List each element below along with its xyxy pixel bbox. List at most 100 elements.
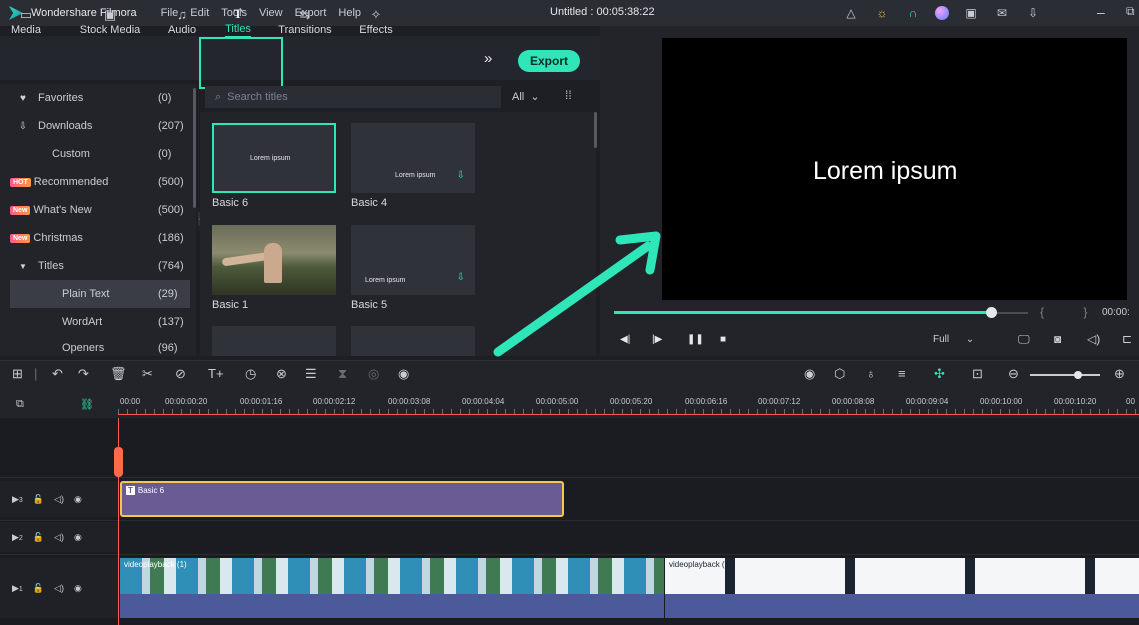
- tab-effects[interactable]: ✧ Effects: [354, 0, 398, 44]
- mark-in-out-brackets[interactable]: { }: [1040, 305, 1105, 319]
- quality-select[interactable]: Full ⌄: [933, 334, 974, 345]
- zoom-out-icon[interactable]: ⊖: [1008, 366, 1019, 382]
- step-forward-icon[interactable]: |▶: [652, 334, 662, 345]
- marker-icon[interactable]: ⬡: [834, 366, 845, 382]
- microphone-icon[interactable]: ♁: [866, 366, 876, 381]
- account-avatar[interactable]: [935, 6, 949, 20]
- title-thumb-partial[interactable]: [212, 326, 336, 356]
- layout-grid-icon[interactable]: ⊞: [12, 366, 23, 382]
- video-clip-2[interactable]: videoplayback (1): [665, 558, 1139, 618]
- zoom-slider-handle[interactable]: [1074, 371, 1082, 379]
- search-titles-input[interactable]: ⌕ Search titles: [205, 86, 501, 108]
- sidebar-item-custom[interactable]: Custom (0): [0, 140, 196, 168]
- speed-clock-icon[interactable]: ◷: [245, 366, 256, 382]
- video-clip-1[interactable]: videoplayback (1): [120, 558, 664, 618]
- color-icon[interactable]: ⊗: [276, 366, 287, 382]
- headset-icon[interactable]: ∩: [904, 4, 922, 22]
- track-video-icon[interactable]: ▶1: [12, 583, 23, 594]
- fit-timeline-icon[interactable]: ⊡: [972, 366, 983, 382]
- preview-progress-bar[interactable]: [614, 311, 992, 314]
- add-text-icon[interactable]: T+: [208, 366, 224, 381]
- download-icon[interactable]: ⇩: [457, 272, 465, 283]
- save-icon[interactable]: ▣: [962, 4, 980, 22]
- title-thumb-basic-5[interactable]: Lorem ipsum ⇩: [351, 225, 475, 295]
- title-thumb-partial[interactable]: [351, 326, 475, 356]
- display-monitor-icon[interactable]: 🖵: [1018, 332, 1030, 347]
- mute-icon[interactable]: ◁): [54, 494, 64, 505]
- tab-stock-media[interactable]: ▣ Stock Media: [78, 0, 142, 44]
- render-icon[interactable]: ◉: [804, 366, 815, 382]
- stabilize-icon[interactable]: ◎: [368, 366, 379, 382]
- grid-view-icon[interactable]: ⁞⁞: [565, 88, 572, 102]
- ai-robot-icon[interactable]: ✣: [934, 366, 945, 382]
- restore-button[interactable]: ⧉: [1126, 4, 1135, 19]
- pause-icon[interactable]: ❚❚: [687, 334, 704, 345]
- sidebar-item-downloads[interactable]: ⇩ Downloads (207): [0, 112, 196, 140]
- titlebar-icons: △ ☼ ∩ ▣ ✉ ⇩: [842, 4, 1042, 22]
- thumbnails-scrollbar[interactable]: [594, 112, 597, 148]
- snapshot-camera-icon[interactable]: ◙: [1054, 332, 1061, 346]
- title-thumb-basic-4[interactable]: Lorem ipsum ⇩: [351, 123, 475, 193]
- redo-icon[interactable]: ↷: [78, 366, 89, 382]
- audio-mixer-icon[interactable]: ≡: [898, 366, 906, 381]
- volume-icon[interactable]: ◁): [1087, 332, 1100, 346]
- tab-media[interactable]: ▭ Media: [11, 0, 41, 44]
- adjust-icon[interactable]: ☰: [305, 366, 317, 382]
- import-download-icon[interactable]: ⇩: [1024, 4, 1042, 22]
- cloud-icon[interactable]: △: [842, 4, 860, 22]
- split-audio-icon[interactable]: ⧗: [338, 366, 347, 382]
- stock-media-icon: ▣: [103, 7, 117, 22]
- mute-icon[interactable]: ◁): [54, 532, 64, 543]
- zoom-in-icon[interactable]: ⊕: [1114, 366, 1125, 382]
- tab-transitions[interactable]: ⇆ Transitions: [274, 0, 336, 44]
- undo-icon[interactable]: ↶: [52, 366, 63, 382]
- playhead-handle[interactable]: [114, 447, 123, 477]
- step-back-icon[interactable]: ◀|: [620, 334, 630, 345]
- fullscreen-icon[interactable]: ⊏: [1122, 332, 1132, 346]
- title-thumb-basic-6[interactable]: Lorem ipsum: [212, 123, 336, 193]
- sidebar-item-plain-text[interactable]: Plain Text (29): [10, 280, 190, 308]
- export-button[interactable]: Export: [518, 50, 580, 72]
- sidebar-item-titles[interactable]: ▼ Titles (764): [0, 252, 196, 280]
- stop-icon[interactable]: ■: [720, 334, 726, 345]
- cut-icon[interactable]: ✂: [142, 366, 153, 382]
- title-category-sidebar: ♥ Favorites (0) ⇩ Downloads (207) Custom…: [0, 84, 196, 356]
- add-track-icon[interactable]: ⧉: [16, 398, 24, 411]
- title-thumb-basic-1[interactable]: [212, 225, 336, 295]
- sidebar-item-favorites[interactable]: ♥ Favorites (0): [0, 84, 196, 112]
- preview-scrub-handle[interactable]: [986, 307, 997, 318]
- visibility-eye-icon[interactable]: ◉: [74, 494, 82, 505]
- crop-icon[interactable]: ⊘: [175, 366, 186, 382]
- minimize-button[interactable]: –: [1097, 4, 1105, 20]
- preview-progress-remaining: [992, 312, 1028, 314]
- mute-icon[interactable]: ◁): [54, 583, 64, 594]
- more-tabs-button[interactable]: »: [484, 50, 492, 67]
- sidebar-item-wordart[interactable]: WordArt (137): [0, 308, 196, 336]
- mail-icon[interactable]: ✉: [993, 4, 1011, 22]
- zoom-slider[interactable]: [1030, 374, 1100, 376]
- sidebar-scrollbar[interactable]: [193, 88, 196, 208]
- visibility-eye-icon[interactable]: ◉: [74, 583, 82, 594]
- idea-bulb-icon[interactable]: ☼: [873, 4, 891, 22]
- video-filmstrip: [120, 558, 664, 594]
- lock-icon[interactable]: 🔓: [33, 494, 44, 505]
- sidebar-item-christmas[interactable]: New Christmas (186): [0, 224, 196, 252]
- sidebar-item-openers[interactable]: Openers (96): [0, 334, 196, 362]
- tab-audio[interactable]: ♫ Audio: [168, 0, 196, 44]
- sidebar-item-whats-new[interactable]: New What's New (500): [0, 196, 196, 224]
- visibility-eye-icon[interactable]: ◉: [74, 532, 82, 543]
- lock-icon[interactable]: 🔓: [33, 532, 44, 543]
- ruler-label: 00:00: [120, 397, 141, 406]
- auto-reframe-icon[interactable]: ◉: [398, 366, 409, 382]
- filter-select[interactable]: All ⌄: [512, 90, 540, 103]
- lock-icon[interactable]: 🔓: [33, 583, 44, 594]
- title-clip-basic-6[interactable]: T Basic 6: [120, 481, 564, 517]
- track-video-icon[interactable]: ▶3: [12, 494, 23, 505]
- track-video-icon[interactable]: ▶2: [12, 532, 23, 543]
- delete-icon[interactable]: 🗑: [110, 366, 127, 382]
- folder-icon: ▭: [19, 7, 33, 22]
- download-icon[interactable]: ⇩: [457, 170, 465, 181]
- sidebar-item-recommended[interactable]: HOT Recommended (500): [0, 168, 196, 196]
- ruler-label: 00:00:07:12: [758, 397, 801, 406]
- link-icon[interactable]: ⛓: [80, 398, 94, 411]
